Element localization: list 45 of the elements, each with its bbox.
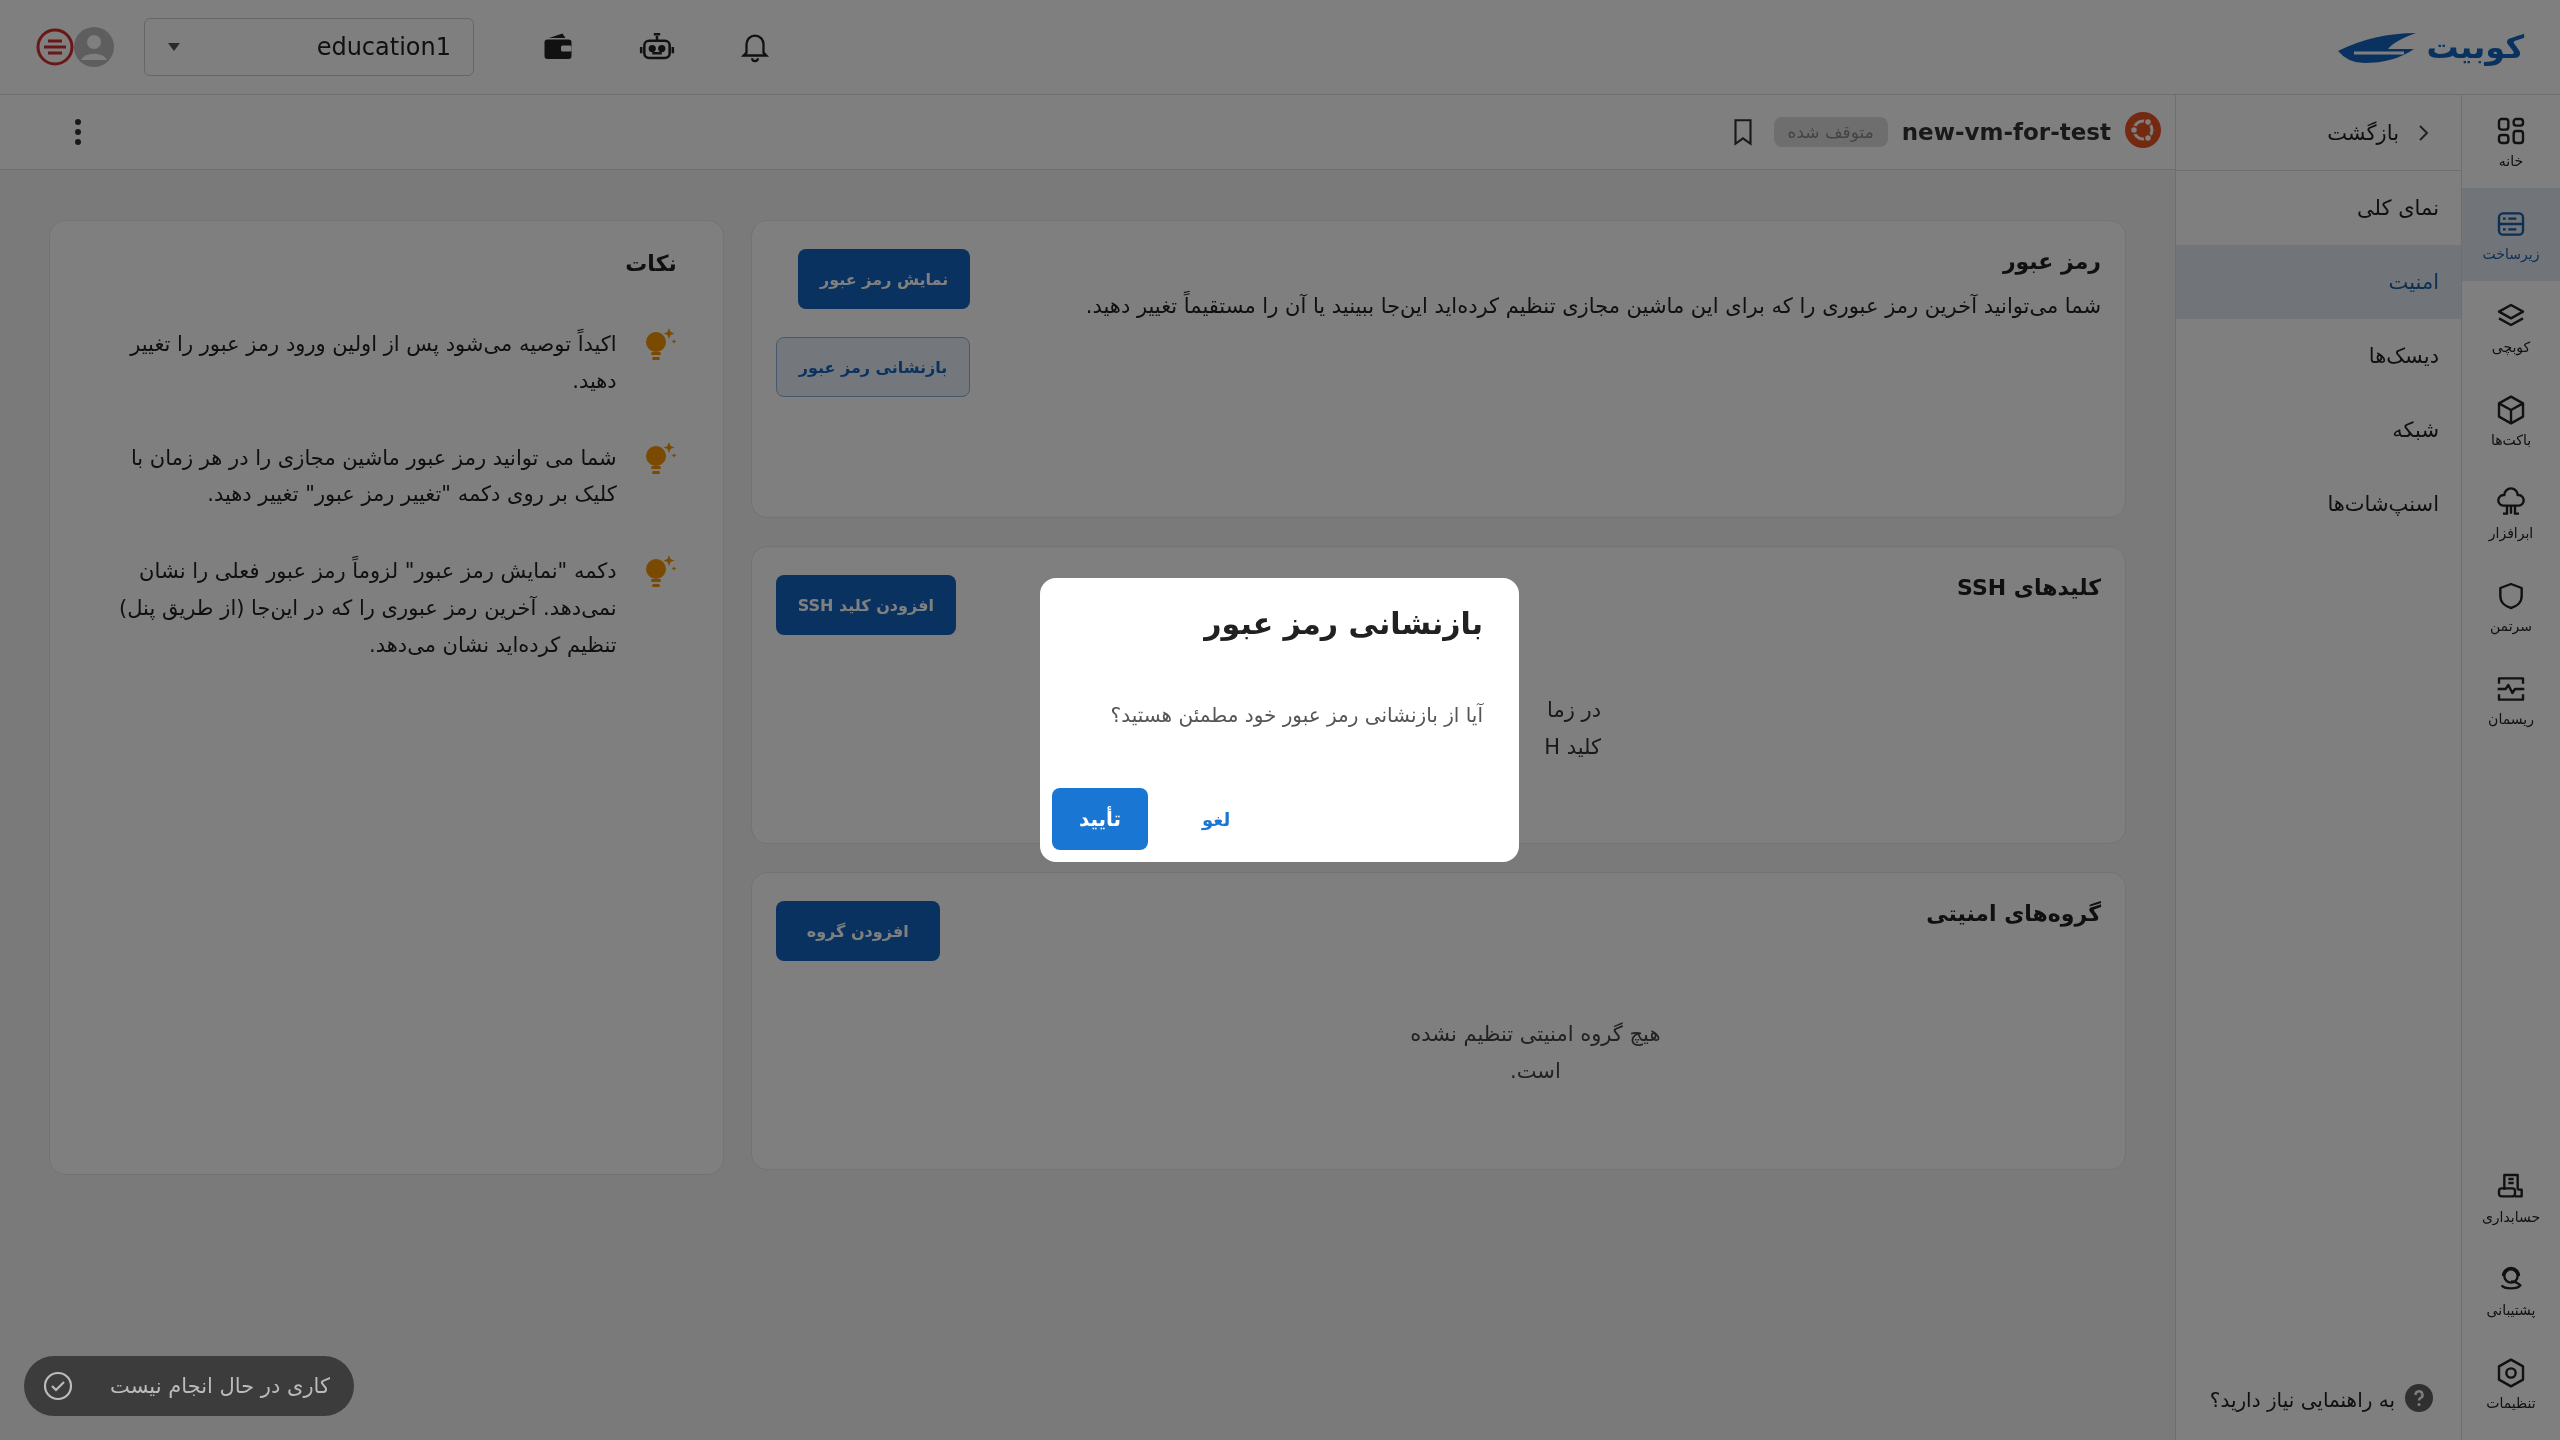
rail-item[interactable]: باکت‌ها [2462,374,2560,467]
cube-icon [2495,393,2527,426]
ssh-description: در زما [1547,697,1601,724]
rail-item[interactable]: ریسمان [2462,653,2560,746]
logo-text[interactable]: کوبیت [2426,28,2524,66]
tip-text: شما می توانید رمز عبور ماشین مجازی را در هر زمان با کلیک بر روی دکمه "تغییر رمز عبور" تغییر دهید. [129,444,617,509]
card-description: شما می‌توانید آخرین رمز عبوری را که برای این ماشین مجازی تنظیم کرده‌اید این‌جا ببینید یا آن را مستقیماً تغییر دهید. [1000,290,2101,324]
check-circle-icon [42,1370,74,1402]
vm-name: new-vm-for-test [1901,119,2111,145]
cancel-button[interactable]: لغو [1196,802,1237,836]
rail-item[interactable]: حسابداری [2462,1151,2560,1244]
dialog-message: آیا از بازنشانی رمز عبور خود مطمئن هستید؟ [1109,703,1483,727]
settings-icon [2495,1356,2527,1389]
rail-item[interactable]: سرتمن [2462,560,2560,653]
tip-text: دکمه "نمایش رمز عبور" لزوماً رمز عبور فعلی را نشان نمی‌دهد. آخرین رمز عبوری را که در این‌جا (از طریق پنل) تنظیم کرده‌اید نشان می‌دهد. [116,553,617,664]
back-link[interactable]: بازگشت [2327,120,2433,145]
action-button[interactable]: بازنشانی رمز عبور [775,337,971,397]
section-tab[interactable]: شبکه [2176,393,2461,467]
rail-item[interactable]: ابرافزار [2462,467,2560,560]
action-button[interactable]: افزودن کلید SSH [775,575,956,635]
rail-item[interactable]: تنظیمات [2462,1337,2560,1430]
empty-message: هیچ گروه امنیتی تنظیم نشده است. [1409,1021,1662,1085]
rail-item[interactable]: پشتیبانی [2462,1244,2560,1337]
toast-message: کاری در حال انجام نیست [110,1374,330,1398]
organization-logo-icon[interactable] [36,28,74,66]
ssh-description: کلید H [1544,733,1601,761]
rail-item[interactable]: کوبچی [2462,281,2560,374]
dialog-title: بازنشانی رمز عبور [1202,606,1483,641]
caret-icon [167,42,181,52]
account-dropdown[interactable]: education1 [144,18,474,76]
rail-item[interactable]: خانه [2462,95,2560,188]
help-link[interactable]: به راهنمایی نیاز دارید؟ [2209,1388,2395,1412]
card-title: کلیدهای SSH [1956,575,2101,600]
section-tab[interactable]: دیسک‌ها [2176,319,2461,393]
section-tab[interactable]: نمای کلی [2176,171,2461,245]
card-title: رمز عبور [2001,249,2101,274]
action-button[interactable]: افزودن گروه [775,901,940,961]
card-title: گروه‌های امنیتی [1925,901,2101,926]
rail-item[interactable]: زیرساخت [2462,188,2560,281]
section-tab[interactable]: اسنپ‌شات‌ها [2176,467,2461,541]
action-button[interactable]: نمایش رمز عبور [798,249,971,309]
tip-text: اکیداً توصیه می‌شود پس از اولین ورود رمز عبور را تغییر دهید. [116,326,617,400]
notes-title: نکات [624,251,677,276]
confirm-button[interactable]: تأیید [1052,788,1148,850]
section-tab[interactable]: امنیت [2176,245,2461,319]
